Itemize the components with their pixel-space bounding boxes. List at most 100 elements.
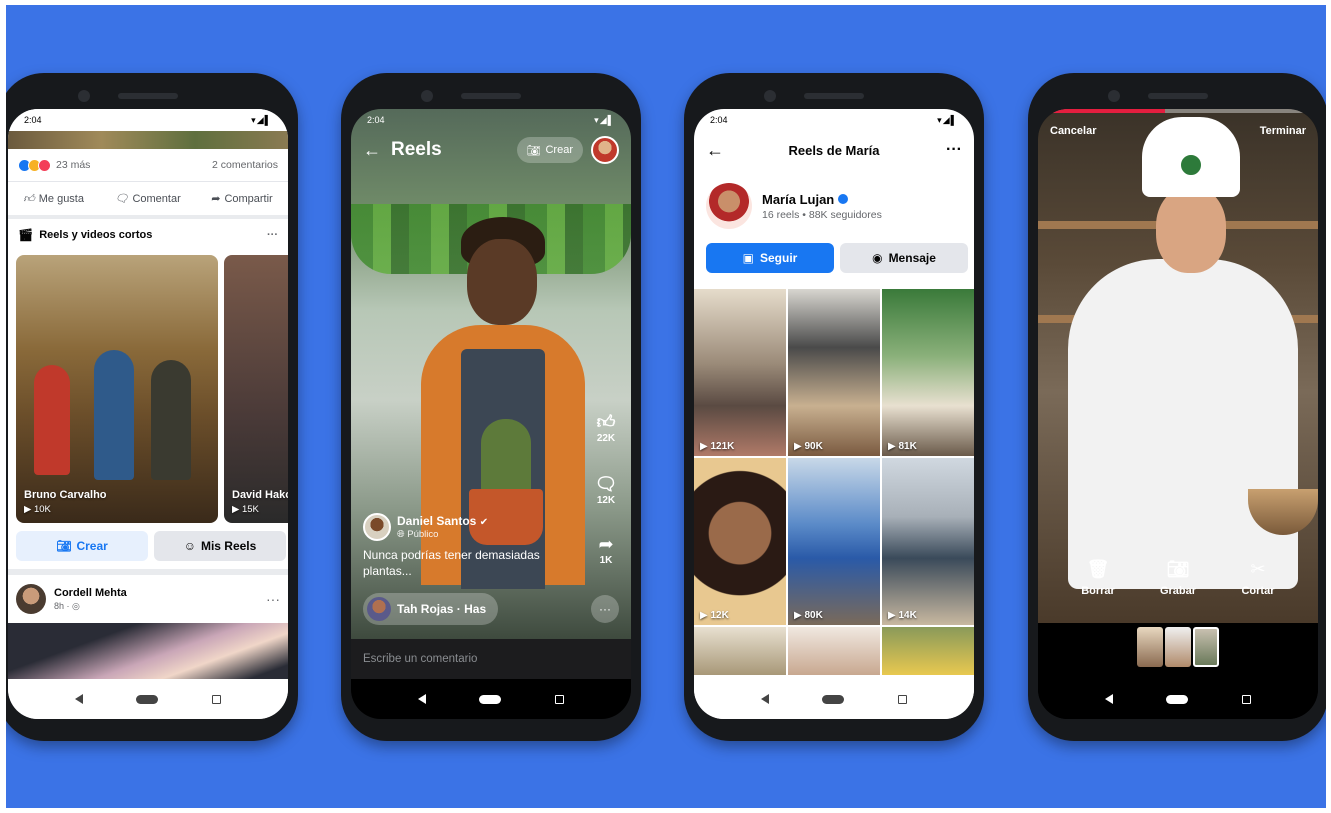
home-icon[interactable] [479, 694, 502, 704]
phone-speaker [1148, 93, 1208, 99]
home-icon[interactable] [136, 694, 159, 704]
promo-background: 2:04 ▾◢▌ 23 más 2 comentarios 👍︎ Me gusta… [6, 5, 1326, 808]
grid-reel[interactable] [694, 627, 786, 675]
grid-reel[interactable]: ▶ 121K [694, 289, 786, 456]
avatar[interactable] [591, 136, 619, 164]
create-reel-button[interactable]: 📷︎ Crear [16, 531, 148, 561]
recents-icon[interactable] [1242, 694, 1252, 704]
clip-thumbnail[interactable] [1193, 627, 1219, 667]
verified-icon [838, 194, 849, 204]
reactions-count: 23 más [56, 159, 91, 171]
grid-reel[interactable]: ▶ 90K [788, 289, 880, 456]
reel-caption[interactable]: Nunca podrías tener demasiadas plantas..… [363, 547, 563, 579]
cut-label: Cortar [1241, 585, 1275, 597]
author-name-text: Daniel Santos [397, 514, 477, 528]
share-button[interactable]: ➦ Compartir [211, 192, 273, 206]
grid-reel[interactable] [788, 627, 880, 675]
finish-button[interactable]: Terminar [1260, 125, 1306, 137]
reels-header: ← Reels 📷︎ Crear [351, 133, 631, 167]
reactions-row: 23 más 2 comentarios [8, 149, 288, 181]
profile-header: ← Reels de María ··· [694, 133, 974, 167]
grid-reel[interactable] [882, 627, 974, 675]
person-head [467, 239, 537, 325]
reels-grid: ▶ 121K ▶ 90K ▶ 81K ▶ 12K ▶ 80K ▶ 14K [694, 289, 974, 675]
clip-thumbnail[interactable] [1137, 627, 1163, 667]
clip-strip [1038, 627, 1318, 667]
status-bar: 2:04 ▾◢▌ [8, 109, 288, 131]
editor-tools: 🗑︎ Borrar 📷︎ Grabar ✂︎ Cortar [1038, 559, 1318, 597]
cactus [481, 419, 531, 495]
post-author[interactable]: Cordell Mehta [54, 587, 127, 599]
message-button[interactable]: ◉ Mensaje [840, 243, 968, 273]
back-icon[interactable] [1104, 694, 1113, 704]
status-icons: ▾◢▌ [594, 115, 615, 125]
back-arrow-icon[interactable]: ← [363, 140, 381, 161]
reel-views: ▶ 12K [700, 610, 729, 621]
reels-icon: 🎬︎ [18, 228, 34, 242]
feed-screen: 2:04 ▾◢▌ 23 más 2 comentarios 👍︎ Me gusta… [8, 109, 288, 719]
clip-thumbnail[interactable] [1165, 627, 1191, 667]
avatar[interactable] [706, 183, 752, 229]
avatar[interactable] [16, 584, 46, 614]
section-more-icon[interactable]: ··· [267, 229, 278, 241]
reaction-icons[interactable]: 23 más [18, 158, 91, 172]
audio-pill[interactable]: Tah Rojas · Has [363, 593, 499, 625]
reel-views: ▶ 81K [888, 441, 917, 452]
cut-button[interactable]: ✂︎ Cortar [1229, 559, 1287, 597]
editor-video[interactable] [1038, 109, 1318, 623]
like-button[interactable]: 👍︎ Me gusta [23, 192, 84, 206]
delete-button[interactable]: 🗑︎ Borrar [1069, 559, 1127, 597]
reel-author[interactable]: Daniel Santos ✔ 🌐︎ Público [363, 513, 488, 541]
comment-button[interactable]: 🗨︎ 12K [591, 473, 621, 506]
recents-icon[interactable] [555, 694, 565, 704]
record-button[interactable]: 📷︎ Grabar [1149, 559, 1207, 597]
comment-button[interactable]: 🗨︎ Comentar [114, 192, 180, 206]
camera-icon: 📷︎ [56, 539, 72, 553]
like-label: Me gusta [38, 192, 84, 205]
back-icon[interactable] [760, 694, 769, 704]
scissors-icon: ✂︎ [1250, 559, 1266, 579]
follow-button[interactable]: ▣ Seguir [706, 243, 834, 273]
status-bar: 2:04 ▾◢▌ [694, 109, 974, 131]
share-button[interactable]: ➦ 1K [591, 533, 621, 566]
home-icon[interactable] [822, 694, 845, 704]
home-icon[interactable] [1166, 694, 1189, 704]
reel-tile[interactable]: Bruno Carvalho ▶ 10K [16, 255, 218, 523]
message-label: Mensaje [888, 251, 936, 265]
hat-badge [1179, 153, 1203, 177]
status-time: 2:04 [24, 115, 42, 125]
thumbs-up-icon: 👍︎ [23, 193, 35, 205]
back-arrow-icon[interactable]: ← [706, 140, 724, 161]
reel-figure [34, 365, 70, 475]
grid-reel[interactable]: ▶ 80K [788, 458, 880, 625]
comment-input[interactable]: Escribe un comentario [351, 639, 631, 679]
grid-reel[interactable]: ▶ 12K [694, 458, 786, 625]
grid-reel[interactable]: ▶ 14K [882, 458, 974, 625]
comments-count[interactable]: 2 comentarios [212, 159, 278, 171]
reel-tile[interactable]: David Hako ▶ 15K [224, 255, 288, 523]
grid-reel[interactable]: ▶ 81K [882, 289, 974, 456]
page-title: Reels [391, 139, 442, 160]
recording-progress-fill [1050, 109, 1166, 113]
post-more-icon[interactable]: ··· [266, 591, 280, 607]
like-button[interactable]: 👍︎ 22K [591, 411, 621, 444]
recents-icon[interactable] [212, 694, 222, 704]
post-meta: 8h · ◎ [54, 600, 80, 611]
back-icon[interactable] [74, 694, 83, 704]
more-icon[interactable]: ··· [946, 141, 962, 159]
phone-editor: Cancelar Terminar 🗑︎ Borrar 📷︎ Grabar ✂︎… [1028, 73, 1326, 741]
follow-label: Seguir [760, 251, 798, 265]
my-reels-button[interactable]: ☺ Mis Reels [154, 531, 286, 561]
profile-name[interactable]: María Lujan [762, 192, 882, 207]
recents-icon[interactable] [898, 694, 908, 704]
privacy-label: 🌐︎ Público [397, 529, 488, 540]
create-reel-button[interactable]: 📷︎ Crear [516, 137, 583, 163]
create-label: Crear [545, 144, 573, 156]
back-icon[interactable] [417, 694, 426, 704]
more-icon[interactable]: ··· [591, 595, 619, 623]
love-reaction-icon [38, 158, 51, 172]
reel-figure [94, 350, 134, 480]
cancel-button[interactable]: Cancelar [1050, 125, 1096, 137]
record-label: Grabar [1159, 585, 1197, 597]
post-image[interactable] [8, 623, 288, 681]
